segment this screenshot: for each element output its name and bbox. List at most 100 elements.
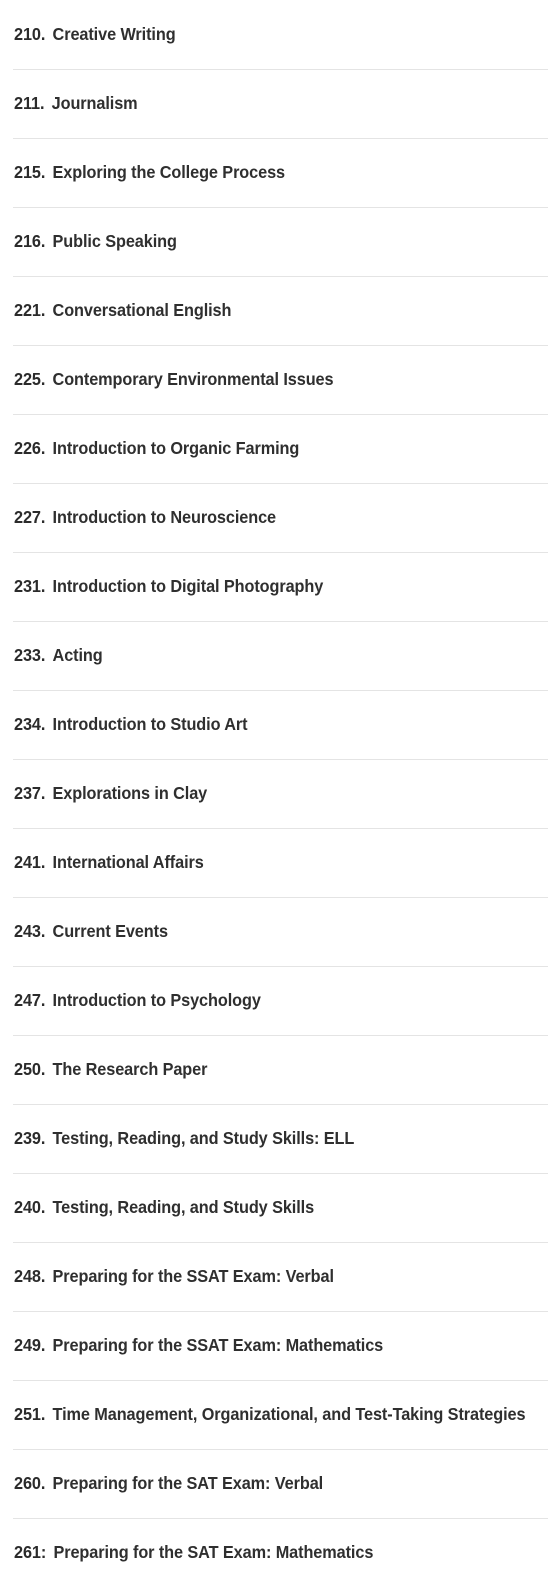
course-number: 250 [14, 1058, 41, 1079]
course-list-item[interactable]: 239. Testing, Reading, and Study Skills:… [0, 1104, 548, 1173]
course-list: 210. Creative Writing 211. Journalism 215.… [0, 0, 548, 1587]
course-title: Testing, Reading, and Study Skills [52, 1196, 315, 1217]
course-list-item[interactable]: 261: Preparing for the SAT Exam: Mathema… [0, 1518, 548, 1587]
course-list-item[interactable]: 249. Preparing for the SSAT Exam: Mathem… [0, 1311, 548, 1380]
course-list-item[interactable]: 233. Acting [0, 621, 548, 690]
course-title: Contemporary Environmental Issues [52, 368, 334, 389]
course-number: 221 [14, 299, 41, 320]
course-list-item[interactable]: 210. Creative Writing [0, 0, 548, 69]
course-separator: . [40, 575, 46, 596]
course-separator: . [40, 437, 46, 458]
course-text: 237. Explorations in Clay [14, 783, 207, 805]
course-list-item[interactable]: 247. Introduction to Psychology [0, 966, 548, 1035]
course-number: 241 [14, 851, 41, 872]
course-number: 227 [14, 506, 41, 527]
course-title: Public Speaking [52, 230, 177, 251]
course-number: 226 [14, 437, 41, 458]
course-text: 210. Creative Writing [14, 24, 176, 46]
course-separator: . [40, 299, 46, 320]
course-title: Introduction to Studio Art [52, 713, 248, 734]
course-number: 210 [14, 23, 41, 44]
course-separator: . [40, 23, 46, 44]
course-number: 248 [14, 1265, 41, 1286]
course-separator: . [40, 1265, 46, 1286]
course-text: 248. Preparing for the SSAT Exam: Verbal [14, 1266, 334, 1288]
course-number: 231 [14, 575, 41, 596]
course-list-item[interactable]: 227. Introduction to Neuroscience [0, 483, 548, 552]
course-text: 233. Acting [14, 645, 103, 667]
course-separator: . [40, 1127, 46, 1148]
course-text: 231. Introduction to Digital Photography [14, 576, 323, 598]
course-number: 251 [14, 1403, 41, 1424]
course-separator: . [40, 1472, 46, 1493]
course-list-item[interactable]: 243. Current Events [0, 897, 548, 966]
course-separator: . [40, 1403, 46, 1424]
course-separator: . [40, 506, 46, 527]
course-separator: . [40, 644, 46, 665]
course-number: 215 [14, 161, 41, 182]
course-number: 233 [14, 644, 41, 665]
course-title: Testing, Reading, and Study Skills: ELL [52, 1127, 355, 1148]
course-list-item[interactable]: 225. Contemporary Environmental Issues [0, 345, 548, 414]
course-title: Introduction to Digital Photography [52, 575, 324, 596]
course-list-item[interactable]: 231. Introduction to Digital Photography [0, 552, 548, 621]
course-text: 261: Preparing for the SAT Exam: Mathema… [14, 1542, 373, 1564]
course-list-item[interactable]: 241. International Affairs [0, 828, 548, 897]
course-number: 211 [14, 92, 40, 113]
course-list-item[interactable]: 237. Explorations in Clay [0, 759, 548, 828]
course-number: 225 [14, 368, 41, 389]
course-number: 216 [14, 230, 41, 251]
course-text: 260. Preparing for the SAT Exam: Verbal [14, 1473, 323, 1495]
course-number: 237 [14, 782, 41, 803]
course-title: Current Events [52, 920, 168, 941]
course-text: 247. Introduction to Psychology [14, 990, 261, 1012]
course-separator: . [40, 989, 46, 1010]
course-number: 261 [14, 1541, 41, 1562]
course-text: 226. Introduction to Organic Farming [14, 438, 299, 460]
course-number: 249 [14, 1334, 41, 1355]
course-text: 211. Journalism [14, 93, 138, 115]
course-list-item[interactable]: 250. The Research Paper [0, 1035, 548, 1104]
course-list-item[interactable]: 216. Public Speaking [0, 207, 548, 276]
course-separator: . [39, 92, 45, 113]
course-text: 243. Current Events [14, 921, 168, 943]
course-text: 239. Testing, Reading, and Study Skills:… [14, 1128, 354, 1150]
course-separator: . [40, 230, 46, 251]
course-text: 234. Introduction to Studio Art [14, 713, 248, 736]
course-list-item[interactable]: 248. Preparing for the SSAT Exam: Verbal [0, 1242, 548, 1311]
course-separator: . [40, 713, 46, 734]
course-separator: . [40, 782, 46, 803]
course-number: 240 [14, 1196, 41, 1217]
course-text: 225. Contemporary Environmental Issues [14, 368, 334, 391]
course-text: 227. Introduction to Neuroscience [14, 507, 276, 529]
course-text: 249. Preparing for the SSAT Exam: Mathem… [14, 1335, 383, 1357]
course-separator: . [40, 368, 46, 389]
course-text: 241. International Affairs [14, 852, 204, 874]
course-list-item[interactable]: 251. Time Management, Organizational, an… [0, 1380, 548, 1449]
course-list-item[interactable]: 221. Conversational English [0, 276, 548, 345]
course-list-item[interactable]: 260. Preparing for the SAT Exam: Verbal [0, 1449, 548, 1518]
course-title: Explorations in Clay [52, 782, 208, 803]
course-list-item[interactable]: 226. Introduction to Organic Farming [0, 414, 548, 483]
course-title: The Research Paper [52, 1058, 208, 1079]
course-number: 260 [14, 1472, 41, 1493]
course-title: Introduction to Organic Farming [52, 437, 300, 458]
course-separator: . [40, 851, 46, 872]
course-text: 250. The Research Paper [14, 1059, 207, 1081]
course-list-item[interactable]: 215. Exploring the College Process [0, 138, 548, 207]
course-list-item[interactable]: 240. Testing, Reading, and Study Skills [0, 1173, 548, 1242]
course-title: International Affairs [52, 851, 204, 872]
course-number: 234 [14, 713, 41, 734]
course-separator: : [40, 1541, 47, 1562]
course-title: Time Management, Organizational, and Tes… [52, 1403, 526, 1424]
course-text: 251. Time Management, Organizational, an… [14, 1403, 526, 1426]
course-title: Acting [52, 644, 103, 665]
course-separator: . [40, 920, 46, 941]
course-title: Preparing for the SAT Exam: Verbal [52, 1472, 324, 1493]
course-number: 243 [14, 920, 41, 941]
course-list-item[interactable]: 234. Introduction to Studio Art [0, 690, 548, 759]
course-title: Preparing for the SAT Exam: Mathematics [53, 1541, 374, 1562]
course-text: 215. Exploring the College Process [14, 162, 285, 184]
course-title: Journalism [51, 92, 138, 113]
course-list-item[interactable]: 211. Journalism [0, 69, 548, 138]
